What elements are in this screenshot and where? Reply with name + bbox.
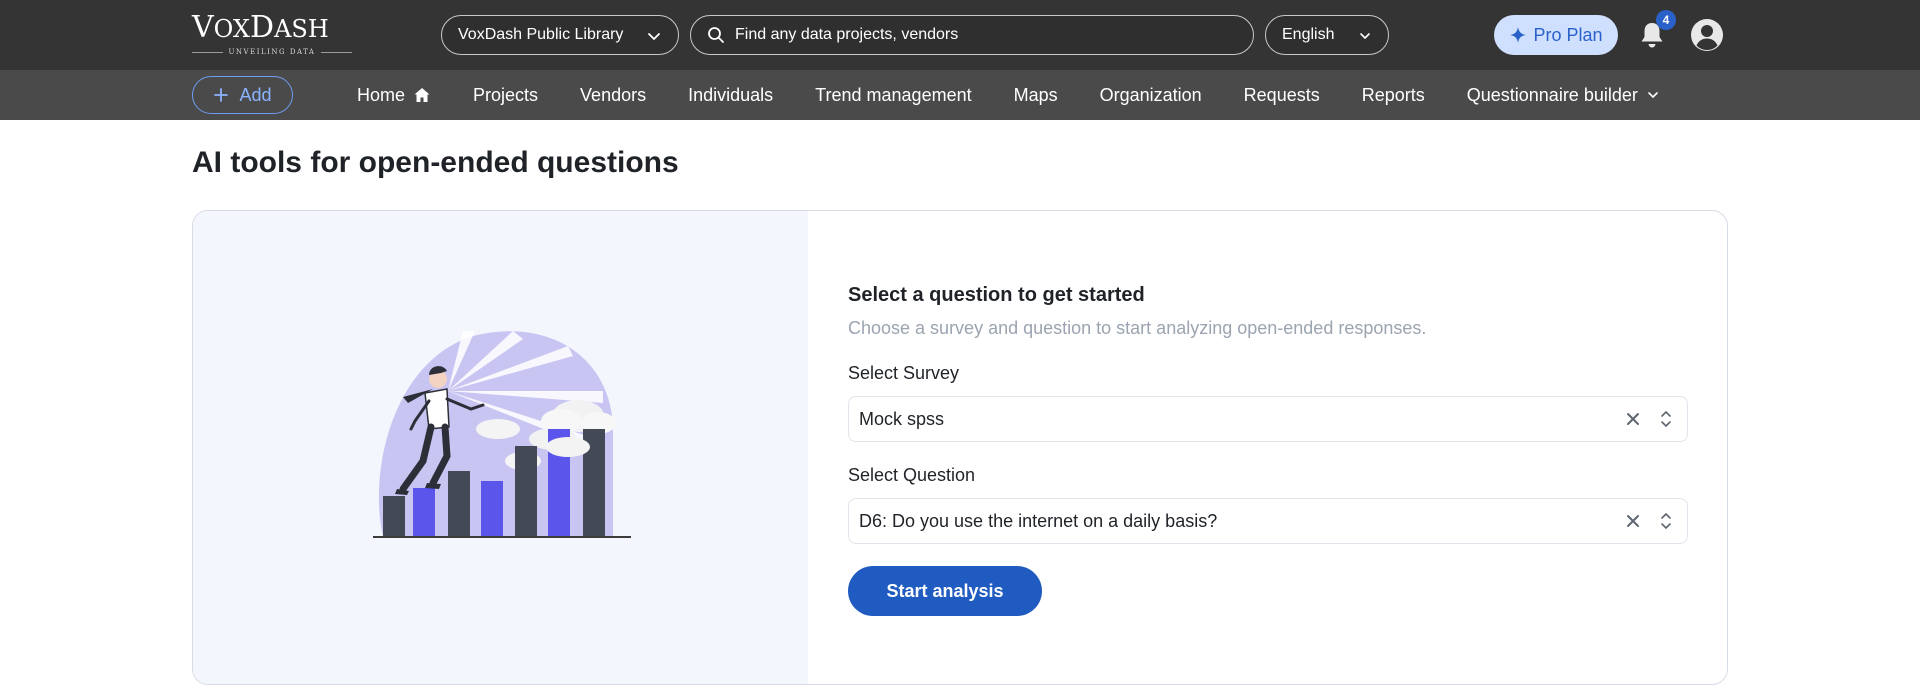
top-bar: VOXDASH UNVEILING DATA VoxDash Public Li…	[0, 0, 1920, 70]
library-select[interactable]: VoxDash Public Library	[441, 15, 679, 55]
chevron-down-icon	[648, 33, 660, 40]
clear-icon[interactable]	[1625, 513, 1641, 529]
nav-item-vendors[interactable]: Vendors	[580, 85, 646, 106]
start-analysis-button[interactable]: Start analysis	[848, 566, 1042, 616]
notification-badge: 4	[1656, 10, 1676, 30]
brand-logo[interactable]: VOXDASH UNVEILING DATA	[192, 13, 352, 59]
clear-icon[interactable]	[1625, 411, 1641, 427]
question-select[interactable]: D6: Do you use the internet on a daily b…	[848, 498, 1688, 544]
nav-item-home[interactable]: Home	[357, 85, 431, 106]
chevron-up-down-icon	[1661, 411, 1671, 427]
nav-item-label: Trend management	[815, 84, 972, 105]
form-subtitle: Choose a survey and question to start an…	[848, 318, 1427, 338]
illustration-panel	[193, 211, 808, 684]
add-button[interactable]: Add	[192, 76, 293, 114]
library-select-value: VoxDash Public Library	[458, 26, 624, 43]
add-label: Add	[239, 84, 272, 105]
brand-tagline-row: UNVEILING DATA	[192, 48, 352, 56]
analysis-card: Select a question to get started Choose …	[192, 210, 1728, 685]
nav-item-label: Home	[357, 84, 406, 105]
language-select[interactable]: English	[1265, 15, 1389, 55]
survey-select-value: Mock spss	[859, 408, 945, 429]
nav-item-organization[interactable]: Organization	[1100, 85, 1202, 106]
nav-item-projects[interactable]: Projects	[473, 85, 538, 106]
plus-icon	[214, 88, 229, 102]
nav-item-individuals[interactable]: Individuals	[688, 85, 773, 106]
nav-item-maps[interactable]: Maps	[1014, 85, 1058, 106]
search-icon	[707, 26, 725, 44]
nav-item-questionnaire-builder[interactable]: Questionnaire builder	[1467, 85, 1660, 106]
nav-item-label: Requests	[1243, 84, 1320, 105]
form-heading: Select a question to get started	[848, 284, 1145, 306]
chevron-up-down-icon	[1661, 513, 1671, 529]
survey-select[interactable]: Mock spss	[848, 396, 1688, 442]
user-avatar-icon[interactable]	[1690, 18, 1724, 52]
page-title: AI tools for open-ended questions	[192, 146, 679, 179]
question-label: Select Question	[848, 465, 976, 485]
nav-item-label: Individuals	[688, 84, 774, 105]
question-select-value: D6: Do you use the internet on a daily b…	[859, 510, 1218, 531]
growth-chart-illustration	[373, 331, 631, 538]
nav-item-label: Projects	[473, 84, 539, 105]
brand-name: VOXDASH	[192, 10, 329, 45]
home-icon	[414, 88, 430, 102]
nav-item-label: Vendors	[580, 84, 647, 105]
chevron-down-icon	[1648, 92, 1658, 98]
pro-plan-button[interactable]: Pro Plan	[1494, 15, 1618, 55]
nav-items: Home Projects Vendors Individuals Trend …	[357, 70, 1702, 120]
chevron-down-icon	[1360, 33, 1370, 39]
nav-item-trend-management[interactable]: Trend management	[815, 85, 971, 106]
nav-item-label: Organization	[1099, 84, 1202, 105]
nav-item-label: Reports	[1361, 84, 1425, 105]
search-input[interactable]: Find any data projects, vendors	[690, 15, 1254, 55]
tagline-line-right	[321, 51, 352, 53]
nav-item-label: Questionnaire builder	[1466, 84, 1638, 105]
sparkle-icon	[1510, 27, 1527, 43]
brand-tagline: UNVEILING DATA	[228, 48, 316, 56]
question-form: Select a question to get started Choose …	[848, 211, 1688, 684]
search-placeholder: Find any data projects, vendors	[735, 26, 959, 43]
pro-plan-label: Pro Plan	[1533, 24, 1603, 45]
nav-item-requests[interactable]: Requests	[1244, 85, 1320, 106]
nav-item-reports[interactable]: Reports	[1362, 85, 1425, 106]
nav-item-label: Maps	[1013, 84, 1058, 105]
tagline-line-left	[192, 51, 223, 53]
survey-label: Select Survey	[848, 363, 960, 383]
language-value: English	[1282, 26, 1335, 43]
main-nav: Add Home Projects Vendors Individuals Tr…	[0, 70, 1920, 120]
